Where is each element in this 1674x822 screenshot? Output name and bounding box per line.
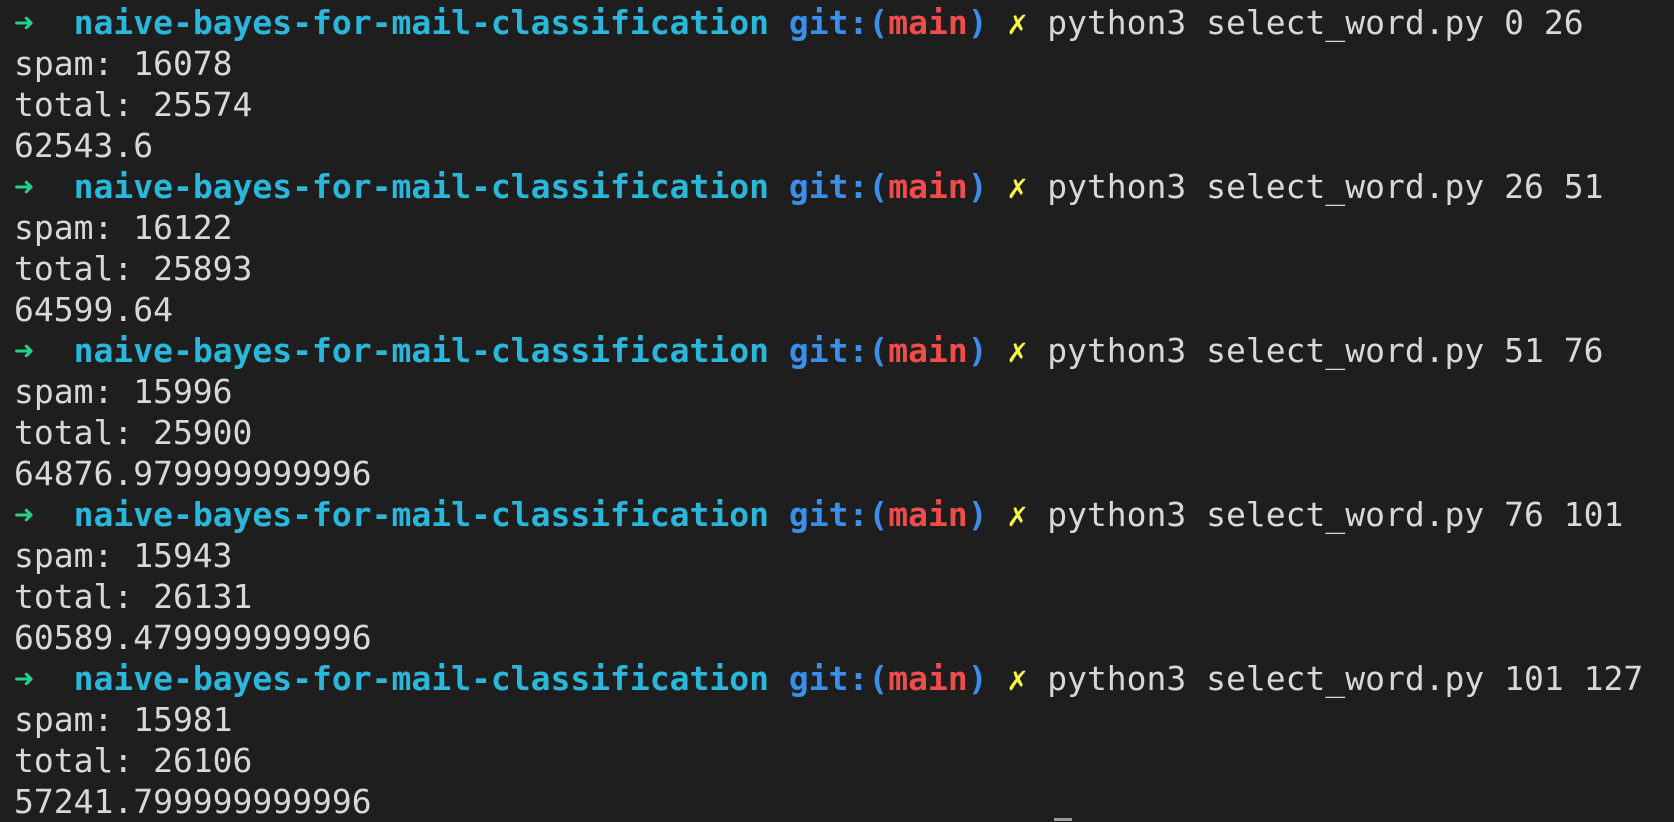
git-dirty-marker: ✗ bbox=[1007, 3, 1028, 42]
git-suffix: ) bbox=[967, 3, 988, 42]
output-line: total: 25900 bbox=[14, 413, 253, 452]
output-line: spam: 15981 bbox=[14, 700, 233, 739]
output-line: spam: 16078 bbox=[14, 44, 233, 83]
git-prefix: git:( bbox=[788, 3, 889, 42]
git-prefix: git:( bbox=[788, 659, 889, 698]
command-text: python3 select_word.py 76 101 bbox=[1047, 495, 1624, 534]
output-line: total: 26106 bbox=[14, 741, 253, 780]
output-line: spam: 15943 bbox=[14, 536, 233, 575]
git-suffix: ) bbox=[967, 331, 988, 370]
output-line: 64876.979999999996 bbox=[14, 454, 372, 493]
prompt-line: ➜ naive-bayes-for-mail-classification gi… bbox=[14, 166, 1674, 207]
git-prefix: git:( bbox=[788, 331, 889, 370]
git-branch: main bbox=[888, 331, 968, 370]
git-dirty-marker: ✗ bbox=[1007, 495, 1028, 534]
prompt-directory: naive-bayes-for-mail-classification bbox=[73, 495, 769, 534]
prompt-arrow-icon: ➜ bbox=[14, 659, 34, 698]
git-suffix: ) bbox=[967, 167, 988, 206]
git-dirty-marker: ✗ bbox=[1007, 331, 1028, 370]
git-prefix: git:( bbox=[788, 167, 889, 206]
prompt-line: ➜ naive-bayes-for-mail-classification gi… bbox=[14, 2, 1674, 43]
terminal-window[interactable]: ➜ naive-bayes-for-mail-classification gi… bbox=[0, 0, 1674, 822]
prompt-line: ➜ naive-bayes-for-mail-classification gi… bbox=[14, 494, 1674, 535]
prompt-line: ➜ naive-bayes-for-mail-classification gi… bbox=[14, 658, 1674, 699]
output-line: 62543.6 bbox=[14, 126, 154, 165]
output-line: spam: 15996 bbox=[14, 372, 233, 411]
command-block: ➜ naive-bayes-for-mail-classification gi… bbox=[14, 658, 1674, 822]
prompt-directory: naive-bayes-for-mail-classification bbox=[73, 659, 769, 698]
prompt-arrow-icon: ➜ bbox=[14, 331, 34, 370]
git-suffix: ) bbox=[967, 659, 988, 698]
git-dirty-marker: ✗ bbox=[1007, 167, 1028, 206]
prompt-arrow-icon: ➜ bbox=[14, 167, 34, 206]
command-block: ➜ naive-bayes-for-mail-classification gi… bbox=[14, 330, 1674, 494]
output-line: total: 25574 bbox=[14, 85, 253, 124]
command-block: ➜ naive-bayes-for-mail-classification gi… bbox=[14, 494, 1674, 658]
output-line: total: 25893 bbox=[14, 249, 253, 288]
git-branch: main bbox=[888, 167, 968, 206]
prompt-directory: naive-bayes-for-mail-classification bbox=[73, 167, 769, 206]
git-prefix: git:( bbox=[788, 495, 889, 534]
output-line: 64599.64 bbox=[14, 290, 173, 329]
git-dirty-marker: ✗ bbox=[1007, 659, 1028, 698]
prompt-line: ➜ naive-bayes-for-mail-classification gi… bbox=[14, 330, 1674, 371]
git-branch: main bbox=[888, 495, 968, 534]
command-text: python3 select_word.py 0 26 bbox=[1047, 3, 1584, 42]
prompt-directory: naive-bayes-for-mail-classification bbox=[73, 3, 769, 42]
prompt-directory: naive-bayes-for-mail-classification bbox=[73, 331, 769, 370]
git-suffix: ) bbox=[967, 495, 988, 534]
text-cursor bbox=[1054, 818, 1072, 821]
command-block: ➜ naive-bayes-for-mail-classification gi… bbox=[14, 166, 1674, 330]
command-text: python3 select_word.py 101 127 bbox=[1047, 659, 1644, 698]
git-branch: main bbox=[888, 3, 968, 42]
command-text: python3 select_word.py 26 51 bbox=[1047, 167, 1604, 206]
prompt-arrow-icon: ➜ bbox=[14, 495, 34, 534]
output-line: spam: 16122 bbox=[14, 208, 233, 247]
output-line: 57241.799999999996 bbox=[14, 782, 372, 821]
command-block: ➜ naive-bayes-for-mail-classification gi… bbox=[14, 2, 1674, 166]
git-branch: main bbox=[888, 659, 968, 698]
command-text: python3 select_word.py 51 76 bbox=[1047, 331, 1604, 370]
output-line: total: 26131 bbox=[14, 577, 253, 616]
prompt-arrow-icon: ➜ bbox=[14, 3, 34, 42]
output-line: 60589.479999999996 bbox=[14, 618, 372, 657]
